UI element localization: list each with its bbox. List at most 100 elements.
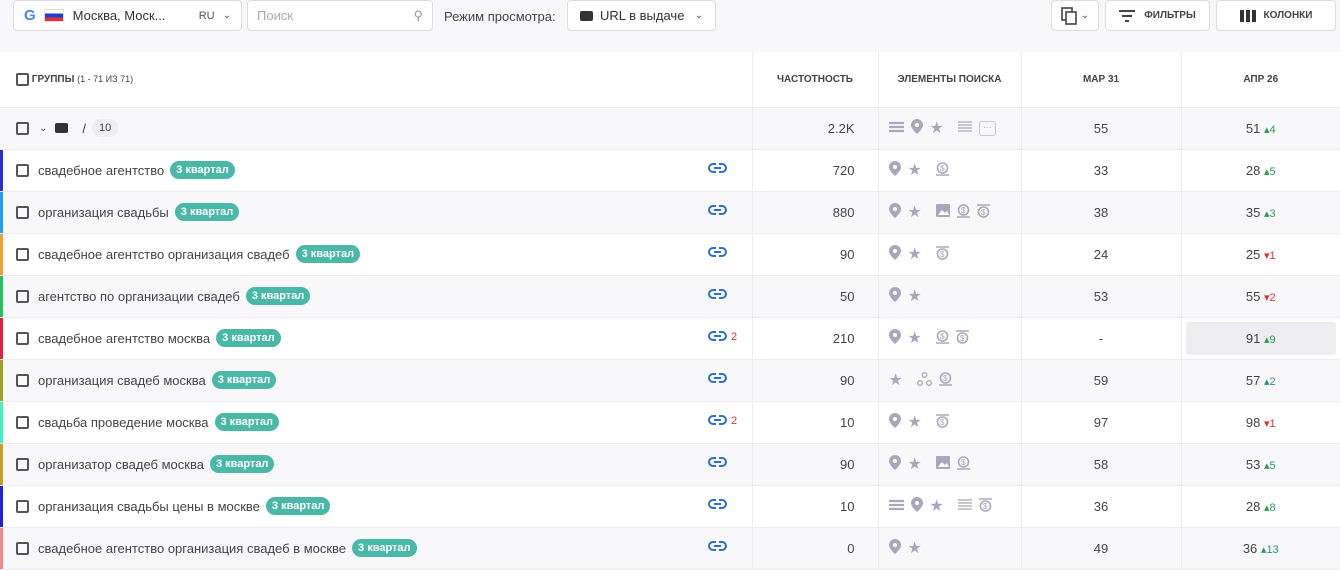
- keywords-table: ГРУППЫ (1 - 71 ИЗ 71) ЧАСТОТНОСТЬ ЭЛЕМЕН…: [0, 52, 1340, 570]
- svg-text:$: $: [961, 458, 966, 467]
- url-link-button[interactable]: [708, 246, 731, 260]
- tag-badge[interactable]: 3 квартал: [352, 539, 417, 557]
- position-apr26[interactable]: 91 ▴9: [1180, 317, 1340, 360]
- frequency-value: 50: [751, 275, 878, 318]
- view-mode-select[interactable]: URL в выдаче ⌄: [567, 0, 716, 31]
- star-icon: ★: [888, 372, 903, 389]
- tag-badge[interactable]: 3 квартал: [211, 371, 277, 389]
- url-link-button[interactable]: 2: [708, 414, 738, 428]
- column-search-elements[interactable]: ЭЛЕМЕНТЫ ПОИСКА: [877, 52, 1021, 108]
- keyword-text: организация свадьбы: [38, 204, 169, 220]
- keyword-row[interactable]: свадебное агентство москва 3 квартал 2 2…: [0, 317, 1340, 360]
- groups-count: (1 - 71 ИЗ 71): [77, 73, 134, 84]
- position-value: 35: [1245, 204, 1261, 220]
- row-checkbox[interactable]: [16, 415, 29, 429]
- tag-badge[interactable]: 3 квартал: [245, 287, 311, 305]
- row-checkbox[interactable]: [16, 499, 29, 513]
- row-checkbox[interactable]: [16, 457, 29, 471]
- link-icon: [708, 330, 727, 344]
- tag-badge[interactable]: 3 квартал: [216, 329, 281, 347]
- position-apr26: 98 ▾1: [1180, 401, 1340, 444]
- keyword-text: свадебное агентство москва: [38, 330, 211, 346]
- row-checkbox[interactable]: [16, 541, 29, 555]
- row-checkbox[interactable]: [16, 373, 29, 387]
- column-date-mar31[interactable]: МАР 31: [1020, 52, 1181, 108]
- position-cell: 91 ▴9: [1185, 321, 1336, 355]
- search-elements: ★ $: [877, 443, 1021, 486]
- position-apr26: 25 ▾1: [1180, 233, 1340, 276]
- select-all-checkbox[interactable]: [16, 72, 29, 86]
- keyword-row[interactable]: организатор свадеб москва 3 квартал 90 ★…: [0, 443, 1340, 486]
- keyword-row[interactable]: свадьба проведение москва 3 квартал 2 10…: [0, 401, 1340, 444]
- search-elements: ★ $: [877, 359, 1021, 402]
- row-checkbox[interactable]: [16, 289, 29, 303]
- keyword-row[interactable]: свадебное агентство организация свадеб 3…: [0, 233, 1340, 276]
- chevron-down-icon: ⌄: [222, 10, 231, 21]
- url-link-button[interactable]: [708, 162, 731, 176]
- row-checkbox[interactable]: [16, 163, 29, 177]
- position-change: ▴9: [1263, 333, 1276, 346]
- tag-badge[interactable]: 3 квартал: [295, 245, 361, 263]
- keyword-row[interactable]: свадебное агентство 3 квартал 720 ★ $ 33 …: [0, 149, 1340, 192]
- url-link-button[interactable]: [708, 456, 731, 470]
- keyword-text: организатор свадеб москва: [38, 456, 204, 472]
- copy-button[interactable]: ⌄: [1051, 0, 1099, 31]
- position-apr26: 53 ▴5: [1180, 443, 1340, 486]
- group-row[interactable]: ⌄ / 10 2.2K ★ ··· 55 51 ▴4: [0, 107, 1340, 150]
- url-link-button[interactable]: [708, 540, 731, 554]
- position-cell: 55 ▾2: [1246, 289, 1276, 304]
- filters-button[interactable]: ФИЛЬТРЫ: [1105, 0, 1210, 31]
- position-change: ▾1: [1263, 417, 1276, 430]
- columns-icon: [1239, 9, 1256, 22]
- svg-text:$: $: [943, 374, 948, 383]
- row-color-marker: [0, 275, 3, 317]
- image-icon: [935, 204, 950, 220]
- row-checkbox[interactable]: [16, 331, 29, 345]
- url-link-button[interactable]: [708, 372, 731, 386]
- keyword-row[interactable]: агентство по организации свадеб 3 кварта…: [0, 275, 1340, 318]
- link-icon: [708, 456, 727, 470]
- toolbar: G Москва, Моск... RU ⌄ Поиск ⚲ Режим про…: [0, 0, 1340, 52]
- position-cell: 28 ▴5: [1246, 163, 1276, 178]
- position-cell: 35 ▴3: [1246, 205, 1276, 220]
- search-input[interactable]: Поиск ⚲: [247, 0, 433, 31]
- column-date-apr26[interactable]: АПР 26: [1180, 52, 1340, 108]
- row-color-marker: [0, 149, 3, 191]
- chevron-down-icon[interactable]: ⌄: [39, 123, 47, 134]
- filter-icon: [1119, 9, 1136, 22]
- russia-flag-icon: [43, 9, 64, 22]
- tag-badge[interactable]: 3 квартал: [170, 161, 235, 179]
- location-select[interactable]: G Москва, Моск... RU ⌄: [13, 0, 242, 31]
- svg-text:$: $: [961, 206, 966, 215]
- keyword-row[interactable]: организация свадеб москва 3 квартал 90 ★…: [0, 359, 1340, 402]
- tag-badge[interactable]: 3 квартал: [265, 497, 331, 515]
- position-value: 91: [1245, 330, 1261, 346]
- row-color-marker: [0, 485, 3, 527]
- row-checkbox[interactable]: [16, 247, 29, 261]
- filters-label: ФИЛЬТРЫ: [1144, 10, 1196, 21]
- link-icon: [708, 246, 727, 260]
- search-elements: ★ $: [877, 233, 1021, 276]
- folder-link-icon: [580, 10, 593, 21]
- position-apr26: 28 ▴8: [1180, 485, 1340, 528]
- lines-icon: [957, 120, 972, 136]
- ad-icon: $: [938, 371, 952, 389]
- url-link-button[interactable]: 2: [708, 330, 737, 344]
- keyword-row[interactable]: организация свадьбы цены в москве 3 квар…: [0, 485, 1340, 528]
- keyword-row[interactable]: организация свадьбы 3 квартал 880 ★ $ $ 38…: [0, 191, 1340, 234]
- url-link-button[interactable]: [708, 204, 731, 218]
- url-link-button[interactable]: [708, 498, 731, 512]
- tag-badge[interactable]: 3 квартал: [174, 203, 240, 221]
- column-frequency[interactable]: ЧАСТОТНОСТЬ: [751, 52, 878, 108]
- tag-badge[interactable]: 3 квартал: [209, 455, 275, 473]
- chevron-down-icon: ⌄: [1080, 10, 1090, 21]
- position-change: ▴4: [1263, 123, 1276, 136]
- keyword-row[interactable]: свадебное агентство организация свадеб в…: [0, 527, 1340, 570]
- link-count: 2: [731, 415, 738, 427]
- columns-button[interactable]: КОЛОНКИ: [1216, 0, 1336, 31]
- tag-badge[interactable]: 3 квартал: [214, 413, 279, 431]
- row-checkbox[interactable]: [16, 205, 29, 219]
- url-link-button[interactable]: [708, 288, 731, 302]
- group-checkbox[interactable]: [16, 121, 29, 135]
- link-icon: [708, 414, 727, 428]
